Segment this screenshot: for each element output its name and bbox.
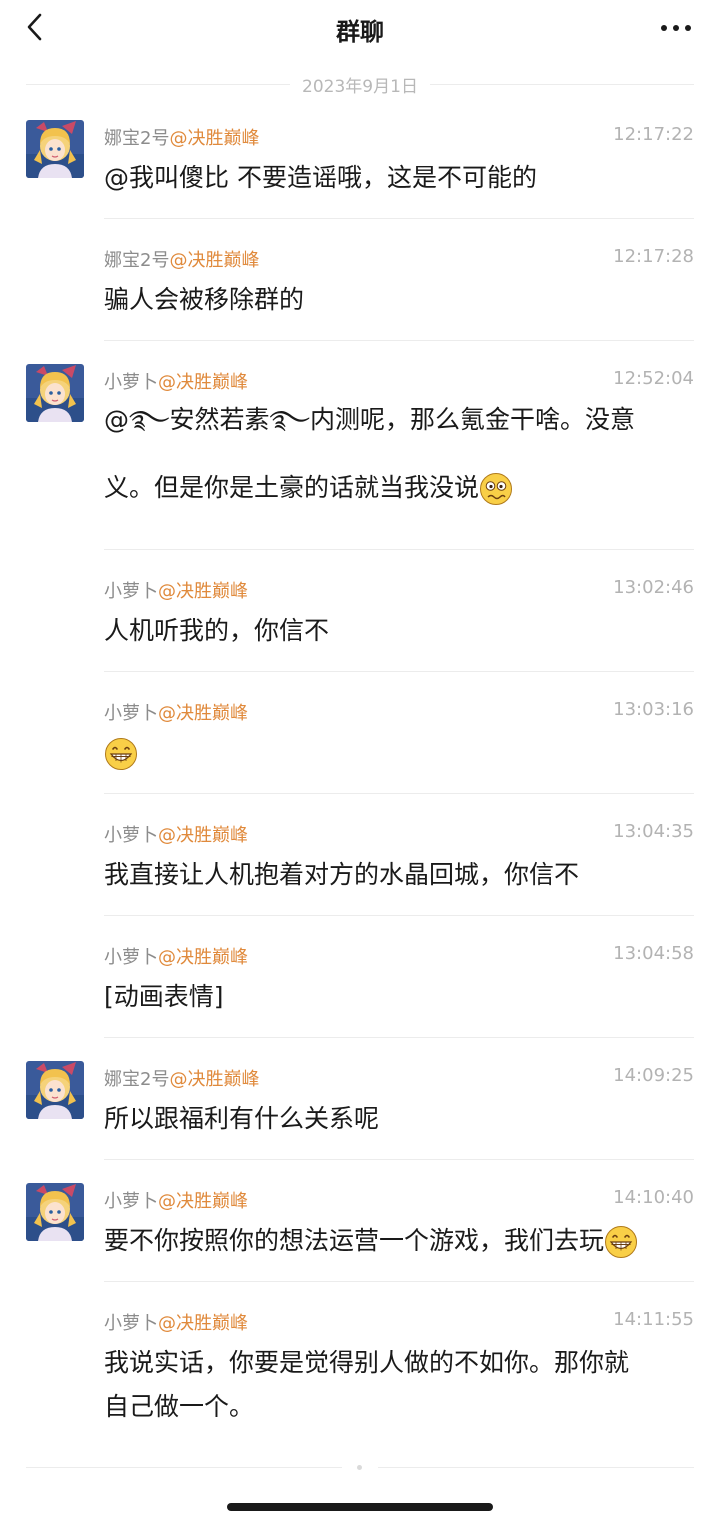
message-text-line: @࿐安然若素࿐内测呢，那么氪金干啥。没意 [104, 405, 635, 434]
sender-name[interactable]: 小萝卜 [104, 947, 158, 968]
avatar[interactable] [26, 1061, 84, 1119]
sender-name[interactable]: 小萝卜 [104, 1313, 158, 1334]
timestamp: 12:17:22 [613, 124, 694, 145]
timestamp: 14:09:25 [613, 1065, 694, 1086]
message-text: 所以跟福利有什么关系呢 [104, 1104, 380, 1133]
grinning-face-icon [604, 1225, 638, 1259]
group-tag: @决胜巅峰 [169, 128, 260, 149]
timestamp: 14:10:40 [613, 1187, 694, 1208]
message-text: 人机听我的，你信不 [104, 616, 330, 645]
group-tag: @决胜巅峰 [158, 703, 248, 724]
message-text-line: 自己做一个。 [104, 1392, 255, 1421]
divider [26, 1467, 342, 1468]
sender-name[interactable]: 小萝卜 [104, 703, 158, 724]
header-bar: 群聊 [0, 0, 720, 56]
message-meta: 小萝卜@决胜巅峰 14:10:40 [104, 1187, 694, 1213]
avatar[interactable] [26, 364, 84, 422]
message-text: @我叫傻比 不要造谣哦，这是不可能的 [104, 163, 537, 192]
group-tag: @决胜巅峰 [158, 1191, 248, 1212]
sender-name[interactable]: 娜宝2号 [104, 128, 169, 149]
group-tag: @决胜巅峰 [158, 947, 248, 968]
grinning-face-icon [104, 737, 138, 771]
more-button[interactable] [656, 14, 696, 42]
timestamp: 13:04:58 [613, 943, 694, 964]
divider [429, 83, 694, 85]
group-tag: @决胜巅峰 [158, 1313, 248, 1334]
divider [104, 915, 694, 916]
more-dots-icon [661, 25, 667, 31]
message-text: 要不你按照你的想法运营一个游戏，我们去玩 [104, 1223, 694, 1259]
timestamp: 14:11:55 [613, 1309, 694, 1330]
group-tag: @决胜巅峰 [158, 825, 248, 846]
sender-name[interactable]: 小萝卜 [104, 825, 158, 846]
sender-name[interactable]: 娜宝2号 [104, 1069, 169, 1090]
sender-name[interactable]: 小萝卜 [104, 1191, 158, 1212]
divider [26, 83, 291, 85]
page-title: 群聊 [336, 18, 384, 46]
message-text: 我说实话，你要是觉得别人做的不如你。那你就 自己做一个。 [104, 1341, 694, 1429]
divider [378, 1467, 694, 1468]
message-meta: 小萝卜@决胜巅峰 13:04:58 [104, 943, 694, 969]
message-text-line: 义。但是你是土豪的话就当我没说 [104, 454, 694, 522]
message-text: [动画表情] [104, 982, 224, 1011]
message-text: 我直接让人机抱着对方的水晶回城，你信不 [104, 860, 580, 889]
timestamp: 13:02:46 [613, 577, 694, 598]
date-label: 2023年9月1日 [302, 76, 418, 97]
date-separator: 2023年9月1日 [26, 72, 694, 97]
message-text: 骗人会被移除群的 [104, 285, 305, 314]
divider [104, 1037, 694, 1038]
sender-name[interactable]: 小萝卜 [104, 581, 158, 602]
group-tag: @决胜巅峰 [169, 250, 260, 271]
avatar[interactable] [26, 1183, 84, 1241]
sender-name[interactable]: 娜宝2号 [104, 250, 169, 271]
divider [104, 218, 694, 219]
message-text [104, 735, 694, 771]
message-text-line: 我说实话，你要是觉得别人做的不如你。那你就 [104, 1348, 630, 1377]
avatar[interactable] [26, 120, 84, 178]
home-indicator[interactable] [227, 1503, 493, 1511]
divider [104, 549, 694, 550]
divider [104, 1281, 694, 1282]
timestamp: 13:03:16 [613, 699, 694, 720]
group-tag: @决胜巅峰 [158, 581, 248, 602]
message-meta: 小萝卜@决胜巅峰 13:04:35 [104, 821, 694, 847]
group-tag: @决胜巅峰 [169, 1069, 260, 1090]
message-meta: 娜宝2号@决胜巅峰 14:09:25 [104, 1065, 694, 1091]
message-meta: 小萝卜@决胜巅峰 14:11:55 [104, 1309, 694, 1335]
message-meta: 娜宝2号@决胜巅峰 12:17:28 [104, 246, 694, 272]
bottom-dot [357, 1465, 362, 1470]
divider [104, 340, 694, 341]
timestamp: 13:04:35 [613, 821, 694, 842]
dizzy-face-icon [479, 472, 513, 506]
divider [104, 1159, 694, 1160]
message-text: @࿐安然若素࿐内测呢，那么氪金干啥。没意 义。但是你是土豪的话就当我没说 [104, 386, 694, 522]
message-meta: 娜宝2号@决胜巅峰 12:17:22 [104, 124, 694, 150]
divider [104, 793, 694, 794]
timestamp: 12:17:28 [613, 246, 694, 267]
message-meta: 小萝卜@决胜巅峰 13:02:46 [104, 577, 694, 603]
message-meta: 小萝卜@决胜巅峰 13:03:16 [104, 699, 694, 725]
divider [104, 671, 694, 672]
